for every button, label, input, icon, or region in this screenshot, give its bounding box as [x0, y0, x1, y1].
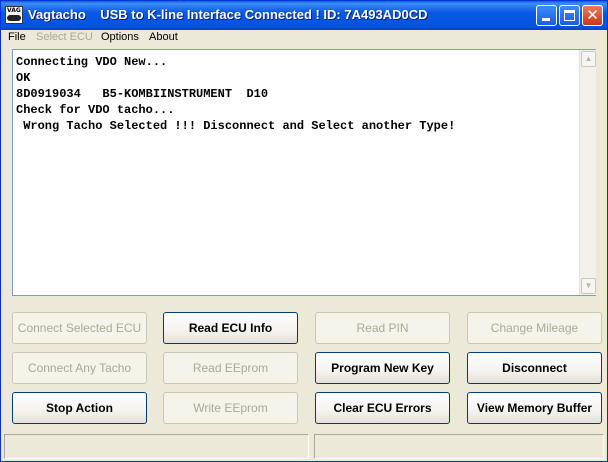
disconnect-button[interactable]: Disconnect — [467, 352, 602, 384]
log-text: Connecting VDO New... OK 8D0919034 B5-KO… — [16, 54, 455, 134]
maximize-button[interactable] — [559, 5, 580, 26]
stop-action-button[interactable]: Stop Action — [12, 392, 147, 424]
read-ecu-info-button[interactable]: Read ECU Info — [163, 312, 298, 344]
log-scrollbar[interactable]: ▲ ▼ — [579, 50, 596, 295]
menu-select-ecu[interactable]: Select ECU — [36, 31, 93, 43]
menu-about[interactable]: About — [149, 31, 178, 43]
log-line: Check for VDO tacho... — [16, 103, 175, 117]
window-title: Vagtacho USB to K-line Interface Connect… — [28, 7, 428, 22]
close-button[interactable]: ✕ — [582, 5, 603, 26]
change-mileage-button[interactable]: Change Mileage — [467, 312, 602, 344]
menu-bar: File Select ECU Options About — [1, 29, 607, 46]
log-output[interactable]: Connecting VDO New... OK 8D0919034 B5-KO… — [12, 49, 596, 296]
view-memory-buffer-button[interactable]: View Memory Buffer — [467, 392, 602, 424]
title-bar[interactable]: VAG Vagtacho USB to K-line Interface Con… — [1, 1, 607, 30]
log-line: Connecting VDO New... — [16, 55, 168, 69]
clear-ecu-errors-button[interactable]: Clear ECU Errors — [315, 392, 450, 424]
read-pin-button[interactable]: Read PIN — [315, 312, 450, 344]
log-line: OK — [16, 71, 31, 85]
status-bar — [1, 431, 607, 461]
key-shape — [7, 15, 21, 21]
vag-key-icon[interactable]: VAG — [5, 6, 23, 24]
menu-file[interactable]: File — [8, 31, 26, 43]
scroll-down-icon[interactable]: ▼ — [581, 278, 596, 294]
app-icon-text: VAG — [7, 7, 21, 14]
minimize-button[interactable] — [536, 5, 557, 26]
status-pane-right — [314, 434, 604, 459]
app-window: VAG Vagtacho USB to K-line Interface Con… — [0, 0, 608, 462]
menu-options[interactable]: Options — [101, 31, 139, 43]
status-pane-left — [4, 434, 309, 459]
log-line: 8D0919034 B5-KOMBIINSTRUMENT D10 — [16, 87, 269, 101]
close-icon: ✕ — [586, 6, 599, 24]
log-line: Wrong Tacho Selected !!! Disconnect and … — [16, 119, 456, 133]
write-eeprom-button[interactable]: Write EEprom — [163, 392, 298, 424]
minimize-icon — [542, 18, 550, 21]
read-eeprom-button[interactable]: Read EEprom — [163, 352, 298, 384]
connect-any-tacho-button[interactable]: Connect Any Tacho — [12, 352, 147, 384]
program-new-key-button[interactable]: Program New Key — [315, 352, 450, 384]
connect-selected-ecu-button[interactable]: Connect Selected ECU — [12, 312, 147, 344]
maximize-icon — [564, 10, 575, 21]
scroll-up-icon[interactable]: ▲ — [581, 51, 596, 67]
